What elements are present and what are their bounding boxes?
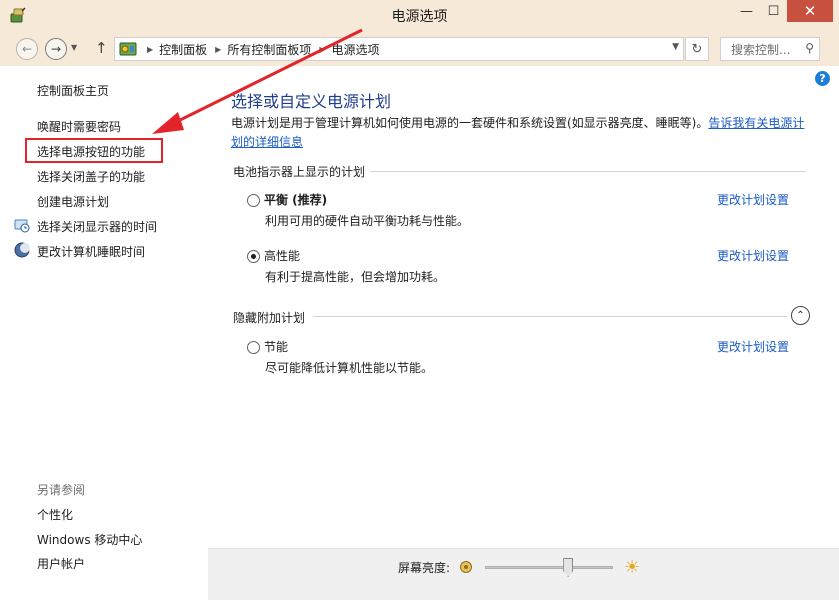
hidden-plans-heading[interactable]: 隐藏附加计划 — [233, 309, 305, 326]
display-clock-icon — [14, 219, 30, 233]
sidebar-item-create-plan[interactable]: 创建电源计划 — [37, 193, 109, 210]
breadcrumb-separator: ▶ — [147, 44, 154, 54]
content-area: ? 控制面板主页 唤醒时需要密码 选择电源按钮的功能 选择关闭盖子的功能 创建电… — [0, 66, 839, 600]
plan-power-saver-change-link[interactable]: 更改计划设置 — [717, 338, 789, 355]
navigation-bar: ← → ▼ ↑ ▶ 控制面板 ▶ 所有控制面板项 ▶ 电源选项 ▼ ↻ 搜索控制… — [0, 30, 839, 66]
brightness-slider-thumb[interactable] — [563, 558, 574, 577]
plan-power-saver-name[interactable]: 节能 — [264, 338, 288, 355]
search-input[interactable]: 搜索控制... ⚲ — [720, 37, 820, 61]
annotation-highlight-box — [25, 138, 163, 163]
power-options-window: 电源选项 — ☐ ✕ ← → ▼ ↑ ▶ 控制面板 ▶ 所有控制面板项 ▶ 电源… — [0, 0, 839, 600]
search-icon: ⚲ — [805, 41, 814, 55]
sidebar-control-panel-home[interactable]: 控制面板主页 — [37, 82, 109, 99]
plan-balanced-change-link[interactable]: 更改计划设置 — [717, 191, 789, 208]
breadcrumb-power-options[interactable]: 电源选项 — [332, 41, 380, 58]
sleep-moon-icon — [14, 242, 30, 258]
title-bar: 电源选项 — ☐ ✕ — [0, 0, 839, 30]
collapse-chevron-icon[interactable]: ⌃ — [791, 306, 810, 325]
section-divider — [313, 316, 787, 317]
forward-button[interactable]: → — [45, 38, 67, 60]
maximize-button[interactable]: ☐ — [760, 0, 787, 22]
plan-high-performance-desc: 有利于提高性能，但会增加功耗。 — [265, 270, 446, 284]
plan-high-performance-radio[interactable] — [247, 250, 260, 263]
sidebar: 控制面板主页 唤醒时需要密码 选择电源按钮的功能 选择关闭盖子的功能 创建电源计… — [0, 66, 210, 600]
help-button[interactable]: ? — [815, 71, 830, 86]
address-bar[interactable]: ▶ 控制面板 ▶ 所有控制面板项 ▶ 电源选项 ▼ — [114, 37, 684, 61]
search-placeholder: 搜索控制... — [731, 42, 791, 57]
recent-locations-dropdown[interactable]: ▼ — [71, 43, 77, 52]
breadcrumb-separator[interactable]: ▶ — [319, 45, 325, 54]
description-text: 电源计划是用于管理计算机如何使用电源的一套硬件和系统设置(如显示器亮度、睡眠等)… — [231, 116, 709, 130]
control-panel-icon — [119, 42, 137, 56]
section-divider — [370, 171, 806, 172]
plan-power-saver-desc: 尽可能降低计算机性能以节能。 — [265, 361, 434, 375]
plan-high-performance-name[interactable]: 高性能 — [264, 247, 300, 264]
window-title: 电源选项 — [391, 9, 448, 25]
see-also-user-accounts[interactable]: 用户帐户 — [37, 555, 85, 572]
plan-balanced-desc: 利用可用的硬件自动平衡功耗与性能。 — [265, 214, 470, 228]
plan-balanced-radio[interactable] — [247, 194, 260, 207]
page-description: 电源计划是用于管理计算机如何使用电源的一套硬件和系统设置(如显示器亮度、睡眠等)… — [231, 114, 811, 152]
dim-brightness-icon — [460, 561, 472, 573]
sidebar-item-require-password[interactable]: 唤醒时需要密码 — [37, 118, 121, 135]
breadcrumb-separator[interactable]: ▶ — [215, 45, 221, 54]
battery-plans-heading: 电池指示器上显示的计划 — [233, 165, 366, 179]
sidebar-item-display-off[interactable]: 选择关闭显示器的时间 — [37, 218, 157, 235]
plan-power-saver-radio[interactable] — [247, 341, 260, 354]
plan-high-performance-change-link[interactable]: 更改计划设置 — [717, 247, 789, 264]
brightness-bar: 屏幕亮度: ☀ — [208, 548, 839, 600]
close-button[interactable]: ✕ — [787, 0, 833, 22]
page-title: 选择或自定义电源计划 — [231, 92, 392, 111]
plan-balanced-name[interactable]: 平衡 (推荐) — [264, 191, 327, 208]
breadcrumb-control-panel[interactable]: 控制面板 — [159, 41, 207, 58]
sidebar-item-sleep-time[interactable]: 更改计算机睡眠时间 — [37, 243, 145, 260]
minimize-button[interactable]: — — [733, 0, 760, 22]
brightness-label: 屏幕亮度: — [398, 561, 451, 575]
address-dropdown-icon[interactable]: ▼ — [672, 42, 679, 52]
bright-sun-icon: ☀ — [624, 557, 641, 578]
back-button[interactable]: ← — [16, 38, 38, 60]
see-also-mobility-center[interactable]: Windows 移动中心 — [37, 531, 142, 548]
up-button[interactable]: ↑ — [95, 39, 108, 57]
see-also-heading: 另请参阅 — [37, 483, 86, 497]
sidebar-item-lid-close[interactable]: 选择关闭盖子的功能 — [37, 168, 145, 185]
refresh-button[interactable]: ↻ — [685, 37, 709, 61]
see-also-personalization[interactable]: 个性化 — [37, 506, 73, 523]
breadcrumb-all-items[interactable]: 所有控制面板项 — [227, 41, 311, 58]
brightness-slider-track[interactable] — [485, 566, 613, 569]
